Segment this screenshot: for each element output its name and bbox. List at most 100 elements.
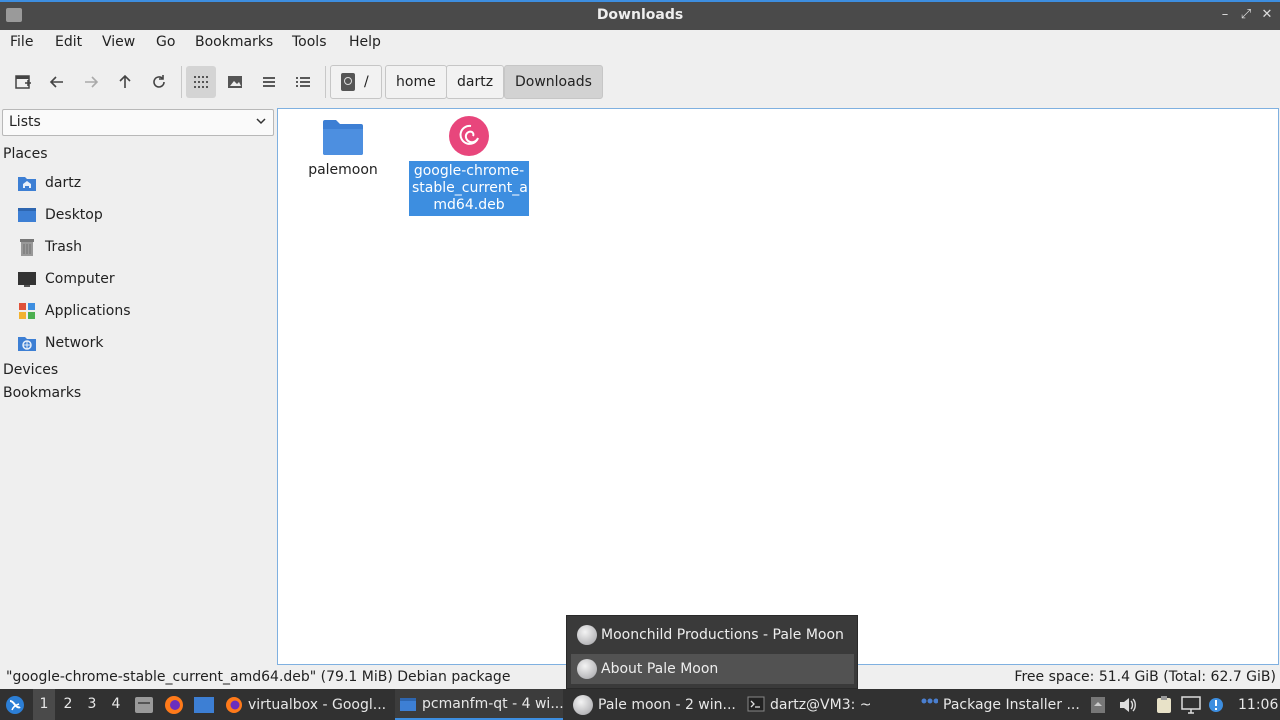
- quicklaunch-show-desktop[interactable]: [193, 689, 215, 720]
- menu-help[interactable]: Help: [349, 34, 381, 50]
- breadcrumb-root[interactable]: /: [330, 65, 382, 99]
- applications-icon: [17, 301, 37, 321]
- compact-view-button[interactable]: [254, 66, 284, 98]
- sidebar-item-applications[interactable]: Applications: [17, 299, 131, 323]
- grid-view-icon: [194, 76, 208, 88]
- desktop-switch-3[interactable]: 3: [81, 689, 103, 720]
- list-view-icon: [263, 77, 275, 87]
- minimize-button[interactable]: –: [1216, 6, 1234, 24]
- tray-notifications[interactable]: [1208, 689, 1226, 720]
- clipboard-icon: [1157, 695, 1171, 713]
- clock[interactable]: 11:06: [1238, 689, 1278, 720]
- close-button[interactable]: ✕: [1258, 6, 1276, 24]
- desktop-switch-2[interactable]: 2: [57, 689, 79, 720]
- devices-header[interactable]: Devices: [3, 362, 58, 378]
- window-list-popup: Moonchild Productions - Pale Moon About …: [566, 615, 858, 689]
- maximize-button[interactable]: ⤢: [1237, 6, 1255, 24]
- toolbar-separator: [325, 66, 326, 98]
- debian-package-icon: [409, 116, 529, 156]
- file-view[interactable]: palemoon google-chrome- stable_current_a…: [277, 108, 1279, 665]
- trash-icon: [17, 237, 37, 257]
- breadcrumb-root-label: /: [364, 74, 369, 90]
- task-label: pcmanfm-qt - 4 wi...: [422, 695, 563, 712]
- breadcrumb-downloads[interactable]: Downloads: [504, 65, 603, 99]
- thumbnail-view-button[interactable]: [220, 66, 250, 98]
- menu-edit[interactable]: Edit: [55, 34, 82, 50]
- task-package-installer[interactable]: Package Installer ...: [916, 689, 1082, 720]
- sidebar-item-network[interactable]: Network: [17, 331, 103, 355]
- popup-item-about-pale-moon[interactable]: About Pale Moon: [571, 654, 854, 684]
- file-manager-icon: [135, 696, 153, 713]
- detailed-list-icon: [296, 77, 310, 87]
- tray-network[interactable]: [1181, 689, 1203, 720]
- menu-tools[interactable]: Tools: [292, 34, 327, 50]
- menu-view[interactable]: View: [102, 34, 135, 50]
- pale-moon-icon: [577, 659, 597, 679]
- popup-item-moonchild[interactable]: Moonchild Productions - Pale Moon: [571, 620, 854, 650]
- forward-button[interactable]: [76, 66, 106, 98]
- sidebar-item-computer[interactable]: Computer: [17, 267, 115, 291]
- desktop-switch-1[interactable]: 1: [33, 689, 55, 720]
- quicklaunch-firefox[interactable]: [164, 689, 184, 720]
- network-monitor-icon: [1181, 695, 1201, 714]
- arrow-up-icon: [119, 74, 131, 88]
- sidebar-item-dartz[interactable]: dartz: [17, 171, 81, 195]
- file-name: google-chrome- stable_current_a md64.deb: [409, 161, 529, 216]
- back-button[interactable]: [42, 66, 72, 98]
- up-button[interactable]: [110, 66, 140, 98]
- task-terminal[interactable]: dartz@VM3: ~: [743, 689, 911, 720]
- places-header[interactable]: Places: [3, 146, 48, 162]
- breadcrumb-home[interactable]: home: [385, 65, 447, 99]
- sidebar-item-trash[interactable]: Trash: [17, 235, 82, 259]
- folder-icon: [400, 697, 416, 711]
- quicklaunch-file-manager[interactable]: [134, 689, 154, 720]
- desktop-switch-4[interactable]: 4: [105, 689, 127, 720]
- sidebar-item-label: Trash: [45, 239, 82, 255]
- task-pale-moon[interactable]: Pale moon - 2 win...: [569, 689, 737, 720]
- detailed-view-button[interactable]: [288, 66, 318, 98]
- toolbar: / home dartz Downloads: [0, 58, 1280, 104]
- menu-go[interactable]: Go: [156, 34, 175, 50]
- sidebar-item-desktop[interactable]: Desktop: [17, 203, 103, 227]
- sidebar-item-label: Desktop: [45, 207, 103, 223]
- firefox-icon: [165, 695, 183, 714]
- drive-icon: [341, 73, 355, 91]
- task-virtualbox[interactable]: virtualbox - Googl...: [221, 689, 389, 720]
- icon-view-button[interactable]: [186, 66, 216, 98]
- desktop-icon: [194, 696, 214, 713]
- file-item-palemoon[interactable]: palemoon: [303, 118, 383, 179]
- tray-updates[interactable]: [1090, 689, 1110, 720]
- arrow-left-icon: [49, 76, 63, 88]
- status-selection-info: "google-chrome-stable_current_amd64.deb"…: [6, 669, 511, 685]
- menu-bar: File Edit View Go Bookmarks Tools Help: [0, 30, 1280, 56]
- popup-item-label: About Pale Moon: [601, 661, 719, 677]
- tray-clipboard[interactable]: [1156, 689, 1176, 720]
- task-pcmanfm[interactable]: pcmanfm-qt - 4 wi...: [395, 689, 563, 720]
- status-free-space: Free space: 51.4 GiB (Total: 62.7 GiB): [1014, 669, 1276, 685]
- chevron-down-icon: [256, 118, 266, 125]
- file-item-google-chrome-deb[interactable]: google-chrome- stable_current_a md64.deb: [409, 116, 529, 216]
- sidebar-item-label: dartz: [45, 175, 82, 191]
- task-label: Pale moon - 2 win...: [598, 696, 736, 713]
- bookmarks-header[interactable]: Bookmarks: [3, 385, 81, 401]
- sidebar-mode-select[interactable]: Lists: [2, 109, 274, 136]
- sidebar-mode-value: Lists: [9, 114, 41, 130]
- popup-item-label: Moonchild Productions - Pale Moon: [601, 627, 844, 643]
- firefox-icon: [226, 696, 242, 713]
- reload-button[interactable]: [144, 66, 174, 98]
- task-label: Package Installer ...: [943, 696, 1080, 713]
- tray-volume[interactable]: [1118, 689, 1138, 720]
- taskbar: 1 2 3 4 virtualbox - Googl... pcmanfm-qt…: [0, 689, 1280, 720]
- menu-file[interactable]: File: [10, 34, 33, 50]
- start-menu-button[interactable]: [5, 689, 27, 720]
- sidebar-item-label: Applications: [45, 303, 131, 319]
- desktop-icon: [17, 205, 37, 225]
- breadcrumb-dartz[interactable]: dartz: [446, 65, 505, 99]
- home-folder-icon: [17, 173, 37, 193]
- notification-icon: [1209, 697, 1223, 712]
- new-tab-button[interactable]: [8, 66, 38, 98]
- volume-icon: [1120, 697, 1136, 712]
- ellipsis-icon: [921, 698, 938, 703]
- new-tab-icon: [15, 75, 31, 89]
- menu-bookmarks[interactable]: Bookmarks: [195, 34, 273, 50]
